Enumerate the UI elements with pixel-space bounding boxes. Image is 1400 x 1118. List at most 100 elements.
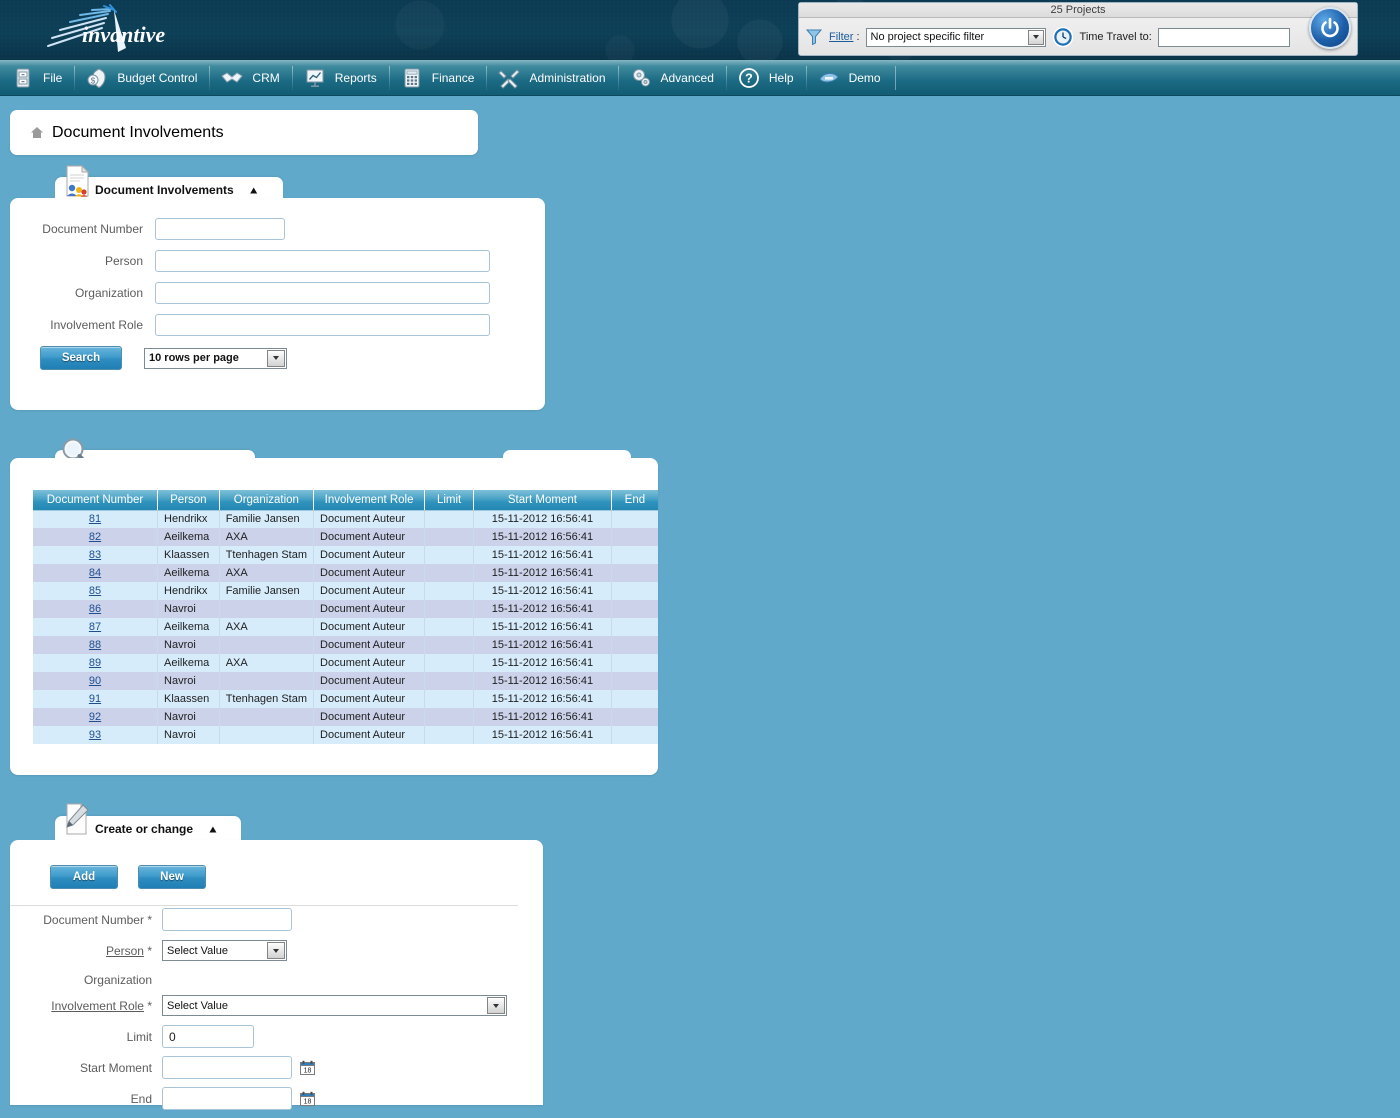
menu-item-budget-control[interactable]: $ Budget Control — [74, 60, 209, 96]
col-document-number[interactable]: Document Number — [33, 490, 158, 510]
document-number-link[interactable]: 92 — [89, 711, 101, 723]
create-input-end[interactable] — [162, 1087, 292, 1110]
calendar-icon[interactable]: 18 — [300, 1060, 315, 1075]
chevron-up-icon[interactable]: ▲ — [207, 824, 219, 834]
logo-wordmark: invantive — [82, 22, 165, 47]
document-number-link[interactable]: 88 — [89, 639, 101, 651]
menu-item-demo[interactable]: Demo — [806, 60, 893, 96]
document-number-link[interactable]: 81 — [89, 513, 101, 525]
chevron-down-icon[interactable] — [267, 350, 285, 367]
rows-per-page-select[interactable]: 10 rows per page — [144, 348, 287, 369]
menu-item-reports[interactable]: Reports — [292, 60, 389, 96]
cell-organization: Ttenhagen Stam — [219, 546, 313, 564]
chevron-up-icon[interactable]: ▲ — [248, 185, 260, 195]
label-create-end: End — [10, 1092, 162, 1106]
cell-organization: AXA — [219, 528, 313, 546]
document-number-link[interactable]: 90 — [89, 675, 101, 687]
document-number-link[interactable]: 83 — [89, 549, 101, 561]
col-involvement-role[interactable]: Involvement Role — [314, 490, 425, 510]
document-people-icon — [63, 165, 91, 197]
menu-item-administration[interactable]: Administration — [486, 60, 617, 96]
search-input-document-number[interactable] — [155, 218, 285, 240]
document-number-link[interactable]: 93 — [89, 729, 101, 741]
create-or-change-panel: Add New Document Number * Person * Selec… — [10, 840, 543, 1105]
question-circle-icon: ? — [738, 67, 760, 89]
document-number-link[interactable]: 91 — [89, 693, 101, 705]
table-row: 81HendrikxFamilie JansenDocument Auteur1… — [33, 510, 658, 528]
document-number-link[interactable]: 84 — [89, 567, 101, 579]
col-person[interactable]: Person — [158, 490, 220, 510]
create-row-person: Person * Select Value — [10, 939, 507, 962]
menu-label-file: File — [43, 71, 62, 85]
projects-count-label: 25 Projects — [799, 3, 1357, 18]
cell-document-number: 85 — [33, 582, 158, 600]
cell-limit — [425, 672, 474, 690]
document-number-link[interactable]: 89 — [89, 657, 101, 669]
project-filter-value: No project specific filter — [871, 31, 985, 43]
document-number-link[interactable]: 85 — [89, 585, 101, 597]
search-input-involvement-role[interactable] — [155, 314, 490, 336]
rows-per-page-value: 10 rows per page — [149, 352, 239, 364]
col-start-moment[interactable]: Start Moment — [474, 490, 612, 510]
document-number-link[interactable]: 82 — [89, 531, 101, 543]
create-select-role-value: Select Value — [167, 1000, 228, 1012]
table-row: 91KlaassenTtenhagen StamDocument Auteur1… — [33, 690, 658, 708]
menu-item-finance[interactable]: Finance — [389, 60, 487, 96]
menu-item-file[interactable]: File — [0, 60, 74, 96]
cell-document-number: 84 — [33, 564, 158, 582]
document-number-link[interactable]: 87 — [89, 621, 101, 633]
col-limit[interactable]: Limit — [425, 490, 474, 510]
cell-person: Aeilkema — [158, 528, 220, 546]
cell-involvement-role: Document Auteur — [314, 708, 425, 726]
cell-involvement-role: Document Auteur — [314, 546, 425, 564]
project-filter-select[interactable]: No project specific filter — [866, 28, 1046, 47]
create-input-start-moment[interactable] — [162, 1056, 292, 1079]
menu-item-advanced[interactable]: Advanced — [618, 60, 726, 96]
cell-document-number: 91 — [33, 690, 158, 708]
cell-limit — [425, 654, 474, 672]
create-select-person[interactable]: Select Value — [162, 940, 287, 961]
cell-person: Hendrikx — [158, 510, 220, 528]
create-input-document-number[interactable] — [162, 908, 292, 931]
chevron-down-icon[interactable] — [487, 997, 505, 1014]
home-icon[interactable] — [30, 126, 44, 139]
menu-item-help[interactable]: ? Help — [726, 60, 806, 96]
time-travel-input[interactable] — [1158, 28, 1290, 47]
breadcrumb-text[interactable]: Document Involvements — [52, 124, 224, 142]
menu-item-crm[interactable]: CRM — [209, 60, 291, 96]
cell-end — [611, 600, 658, 618]
chevron-down-icon[interactable] — [267, 942, 285, 959]
cell-limit — [425, 546, 474, 564]
label-organization: Organization — [10, 286, 155, 300]
cell-document-number: 83 — [33, 546, 158, 564]
document-number-link[interactable]: 86 — [89, 603, 101, 615]
create-select-involvement-role[interactable]: Select Value — [162, 995, 507, 1016]
label-link-person[interactable]: Person — [106, 944, 144, 958]
create-input-limit[interactable]: 0 — [162, 1025, 254, 1048]
cell-person: Navroi — [158, 672, 220, 690]
search-button[interactable]: Search — [40, 346, 122, 370]
search-input-person[interactable] — [155, 250, 490, 272]
cell-organization: AXA — [219, 564, 313, 582]
chevron-down-icon[interactable] — [1028, 30, 1044, 45]
calendar-icon[interactable]: 18 — [300, 1091, 315, 1106]
menu-label-finance: Finance — [432, 71, 475, 85]
fish-icon — [818, 67, 840, 89]
cell-document-number: 89 — [33, 654, 158, 672]
col-organization[interactable]: Organization — [219, 490, 313, 510]
cell-start-moment: 15-11-2012 16:56:41 — [474, 654, 612, 672]
panel-tab-create-or-change[interactable]: Create or change ▲ — [55, 816, 241, 842]
cell-organization: AXA — [219, 654, 313, 672]
add-button[interactable]: Add — [50, 865, 118, 889]
power-button[interactable] — [1309, 7, 1351, 49]
search-input-organization[interactable] — [155, 282, 490, 304]
cell-document-number: 92 — [33, 708, 158, 726]
cell-organization: Ttenhagen Stam — [219, 690, 313, 708]
new-button[interactable]: New — [138, 865, 206, 889]
filter-link[interactable]: Filter — [829, 31, 853, 43]
label-link-involvement-role[interactable]: Involvement Role — [51, 999, 144, 1013]
col-end[interactable]: End — [611, 490, 658, 510]
create-row-limit: Limit 0 — [10, 1025, 507, 1048]
cell-end — [611, 510, 658, 528]
cell-end — [611, 564, 658, 582]
